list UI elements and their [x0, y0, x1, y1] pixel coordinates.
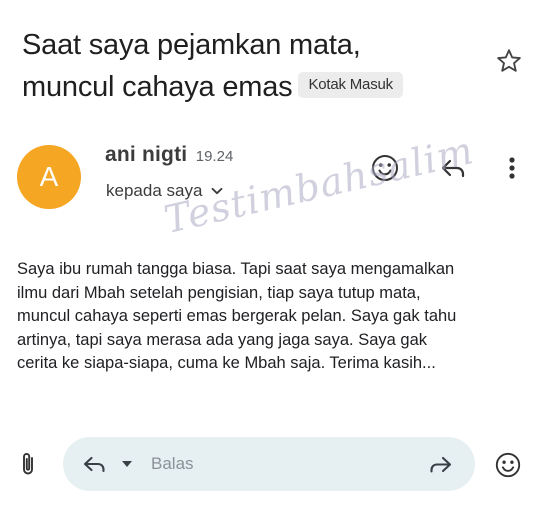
attach-button[interactable]	[12, 448, 44, 480]
message-line: Saya ibu rumah tangga biasa. Tapi saat s…	[17, 260, 455, 278]
react-emoji-button[interactable]	[367, 150, 403, 186]
chevron-down-icon	[212, 187, 223, 195]
more-vert-icon	[509, 157, 515, 179]
emoji-button[interactable]	[491, 448, 525, 482]
subject-line-2: muncul cahaya emas Kotak Masuk	[22, 66, 462, 108]
star-outline-icon	[497, 49, 521, 72]
dropdown-arrow-icon[interactable]	[120, 457, 134, 471]
message-body: Saya ibu rumah tangga biasa. Tapi saat s…	[17, 258, 527, 376]
reply-pill[interactable]	[63, 437, 475, 491]
sender-line: ani nigti 19.24	[105, 143, 233, 167]
emoji-icon	[372, 155, 398, 181]
reply-bar	[0, 430, 542, 498]
recipient-details-toggle[interactable]: kepada saya	[106, 181, 224, 201]
emoji-icon	[495, 452, 521, 478]
sender-name[interactable]: ani nigti	[105, 143, 187, 166]
subject-line-1: Saat saya pejamkan mata,	[22, 29, 361, 61]
message-line: muncul cahaya seperti emas bergerak pela…	[17, 307, 457, 325]
reply-button[interactable]	[435, 150, 471, 186]
sent-time: 19.24	[195, 148, 234, 165]
reply-input[interactable]	[151, 452, 411, 476]
sender-avatar[interactable]: A	[17, 145, 81, 209]
more-options-button[interactable]	[494, 150, 530, 186]
reply-icon	[441, 159, 465, 178]
avatar-letter: A	[39, 161, 59, 192]
message-line: artinya, tapi saya merasa ada yang jaga …	[17, 330, 427, 349]
inbox-label-chip[interactable]: Kotak Masuk	[298, 72, 403, 99]
forward-icon[interactable]	[425, 450, 455, 478]
email-subject: Saat saya pejamkan mata, muncul cahaya e…	[22, 24, 462, 108]
attachment-icon	[23, 453, 33, 475]
reply-icon[interactable]	[81, 450, 109, 478]
star-button[interactable]	[492, 44, 526, 78]
recipient-label: kepada saya	[106, 181, 203, 200]
message-line: cerita ke siapa-siapa, cuma ke Mbah saja…	[17, 354, 436, 372]
message-line: ilmu dari Mbah setelah pengisian, tiap s…	[17, 283, 421, 302]
subject-line-2-text: muncul cahaya emas	[22, 71, 293, 103]
